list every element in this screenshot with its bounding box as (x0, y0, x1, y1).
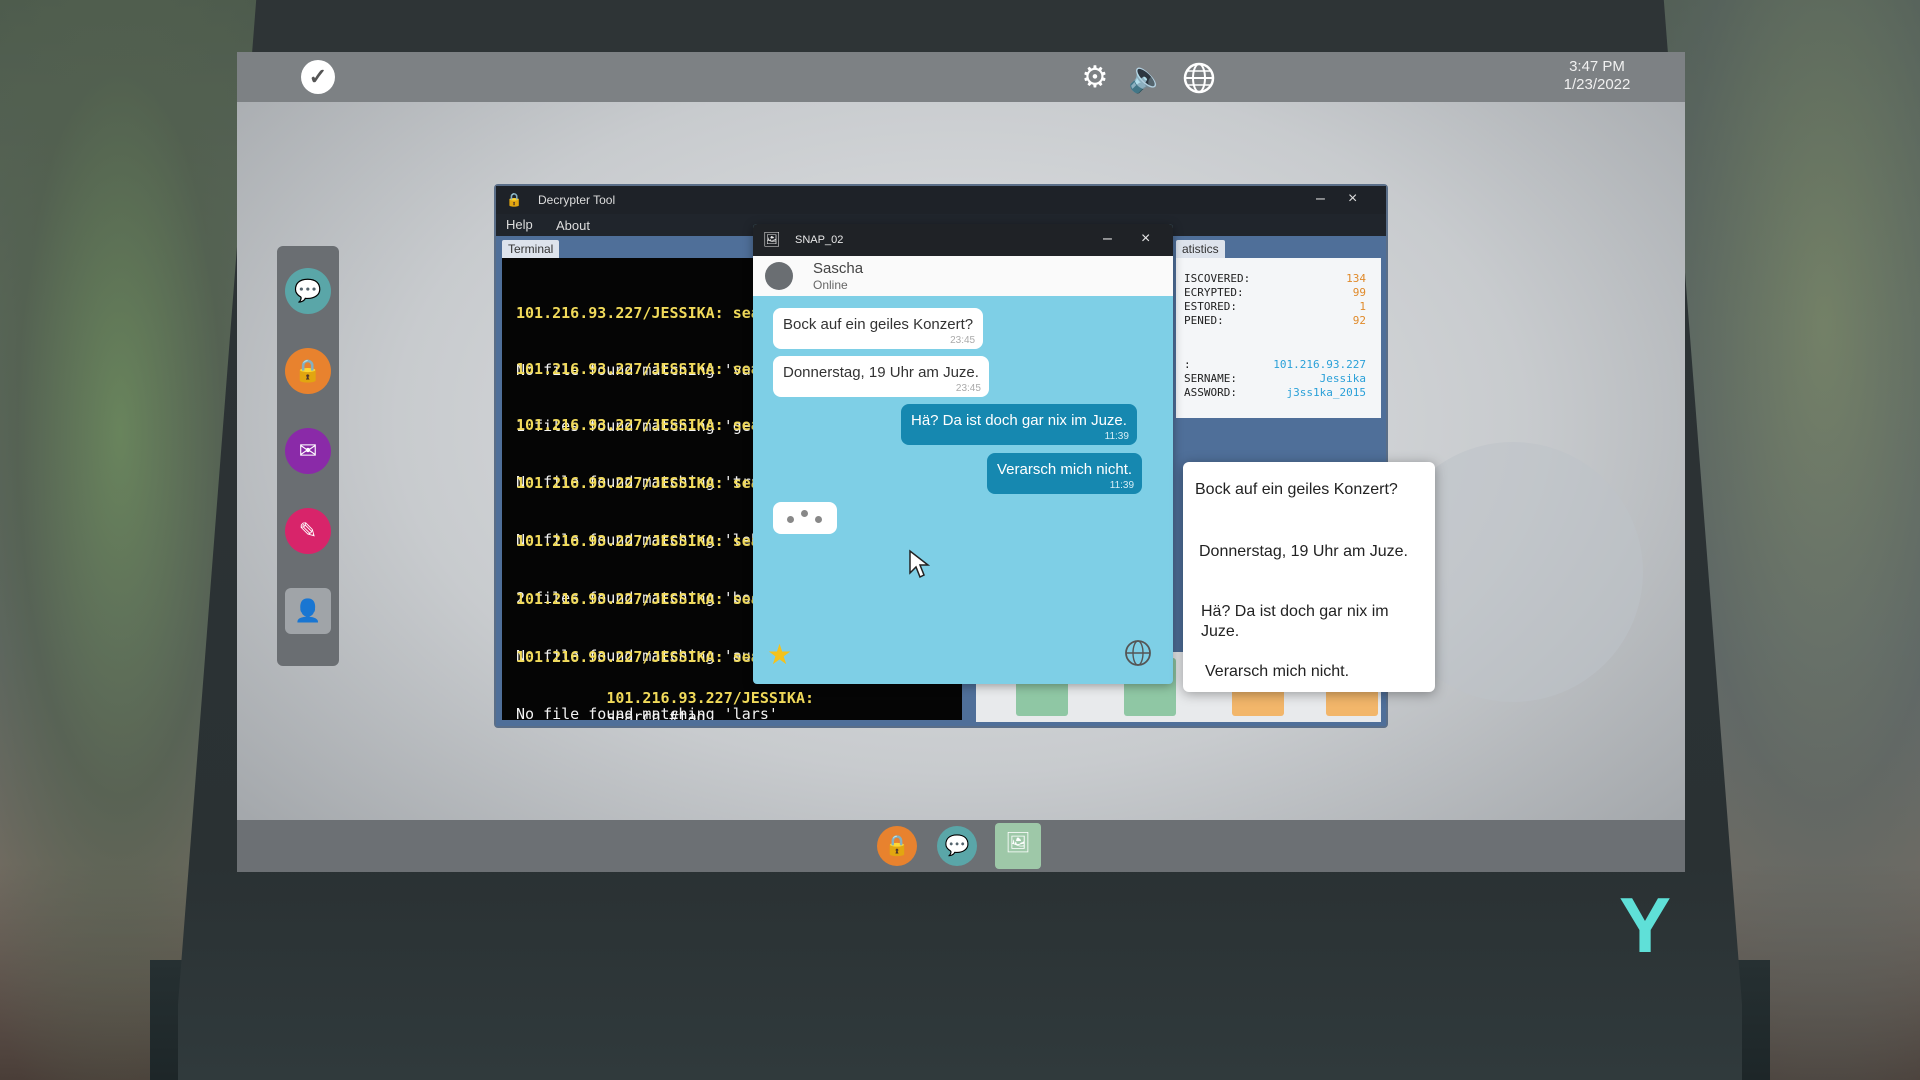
reply-option[interactable]: Bock auf ein geiles Konzert? (1195, 480, 1415, 500)
account-row: SERNAME: Jessika (1184, 372, 1366, 385)
avatar (765, 262, 793, 290)
tab-statistics[interactable]: atistics (1176, 240, 1225, 258)
reply-options-popup: Bock auf ein geiles Konzert? Donnerstag,… (1183, 462, 1435, 692)
desktop-screen: ✓ ⚙ 🔈 3:47 PM 1/23/2022 💬 🔒 ✉ ✎ 👤 🔒 Decr… (237, 52, 1685, 872)
lock-icon[interactable]: 🔒 (877, 826, 917, 866)
clock: 3:47 PM 1/23/2022 (1527, 58, 1667, 94)
clock-time: 3:47 PM (1569, 58, 1625, 75)
chat-message: Verarsch mich nicht. 11:39 (987, 453, 1143, 494)
lock-icon: 🔒 (506, 192, 523, 207)
chat-title-bar[interactable]: 🖼 SNAP_02 – × (753, 224, 1173, 256)
star-icon[interactable]: ★ (767, 638, 792, 671)
notes-icon[interactable]: ✎ (285, 508, 331, 554)
stat-row: PENED: 92 (1184, 314, 1366, 327)
lock-icon[interactable]: 🔒 (285, 348, 331, 394)
account-row: : 101.216.93.227 (1184, 358, 1366, 371)
mouse-cursor-icon (908, 549, 931, 584)
stat-row: ESTORED: 1 (1184, 300, 1366, 313)
chat-title: SNAP_02 (795, 234, 844, 246)
laptop-brand-logo-icon: Y (1618, 881, 1672, 969)
reply-option[interactable]: Donnerstag, 19 Uhr am Juze. (1199, 542, 1419, 562)
taskbar: 🔒 💬 🖼 (237, 820, 1685, 872)
clock-date: 1/23/2022 (1563, 76, 1631, 93)
close-button[interactable]: × (1348, 190, 1357, 208)
menu-help[interactable]: Help (506, 217, 533, 232)
reply-option[interactable]: Verarsch mich nicht. (1205, 662, 1425, 682)
contact-status: Online (813, 278, 848, 292)
minimize-button[interactable]: – (1316, 190, 1325, 208)
image-file-icon[interactable]: 🖼 (995, 823, 1041, 869)
chat-message: Bock auf ein geiles Konzert? 23:45 (773, 308, 984, 349)
globe-icon[interactable] (1123, 638, 1153, 673)
statistics-panel: ISCOVERED: 134 ECRYPTED: 99 ESTORED: 1 P… (1176, 258, 1381, 418)
menu-about[interactable]: About (556, 218, 590, 233)
contact-icon[interactable]: 👤 (285, 588, 331, 634)
typing-indicator (773, 502, 837, 534)
stat-row: ECRYPTED: 99 (1184, 286, 1366, 299)
chat-icon[interactable]: 💬 (937, 826, 977, 866)
chat-window: 🖼 SNAP_02 – × Sascha Online Bock auf ein… (753, 224, 1173, 684)
chat-contact-header: Sascha Online (753, 256, 1173, 296)
globe-icon[interactable] (1179, 60, 1219, 96)
y-logo-icon[interactable]: ✓ (301, 60, 335, 94)
mail-icon[interactable]: ✉ (285, 428, 331, 474)
stat-row: ISCOVERED: 134 (1184, 272, 1366, 285)
decrypter-title: Decrypter Tool (538, 193, 616, 207)
contact-name: Sascha (813, 260, 864, 277)
gear-icon[interactable]: ⚙ (1075, 60, 1115, 96)
left-dock: 💬 🔒 ✉ ✎ 👤 (277, 246, 339, 666)
chat-message: Donnerstag, 19 Uhr am Juze. 23:45 (773, 356, 989, 397)
tab-terminal[interactable]: Terminal (502, 240, 560, 258)
account-row: ASSWORD: j3ss1ka_2015 (1184, 386, 1366, 399)
chat-icon[interactable]: 💬 (285, 268, 331, 314)
image-icon: 🖼 (763, 231, 781, 247)
minimize-button[interactable]: – (1103, 230, 1112, 248)
speaker-icon[interactable]: 🔈 (1127, 60, 1167, 96)
reply-option[interactable]: Hä? Da ist doch gar nix im Juze. (1201, 602, 1421, 642)
chat-message: Hä? Da ist doch gar nix im Juze. 11:39 (901, 404, 1137, 445)
close-button[interactable]: × (1141, 230, 1150, 248)
top-bar: ✓ ⚙ 🔈 3:47 PM 1/23/2022 (237, 52, 1685, 102)
decrypter-title-bar[interactable]: 🔒 Decrypter Tool – × (496, 186, 1386, 214)
